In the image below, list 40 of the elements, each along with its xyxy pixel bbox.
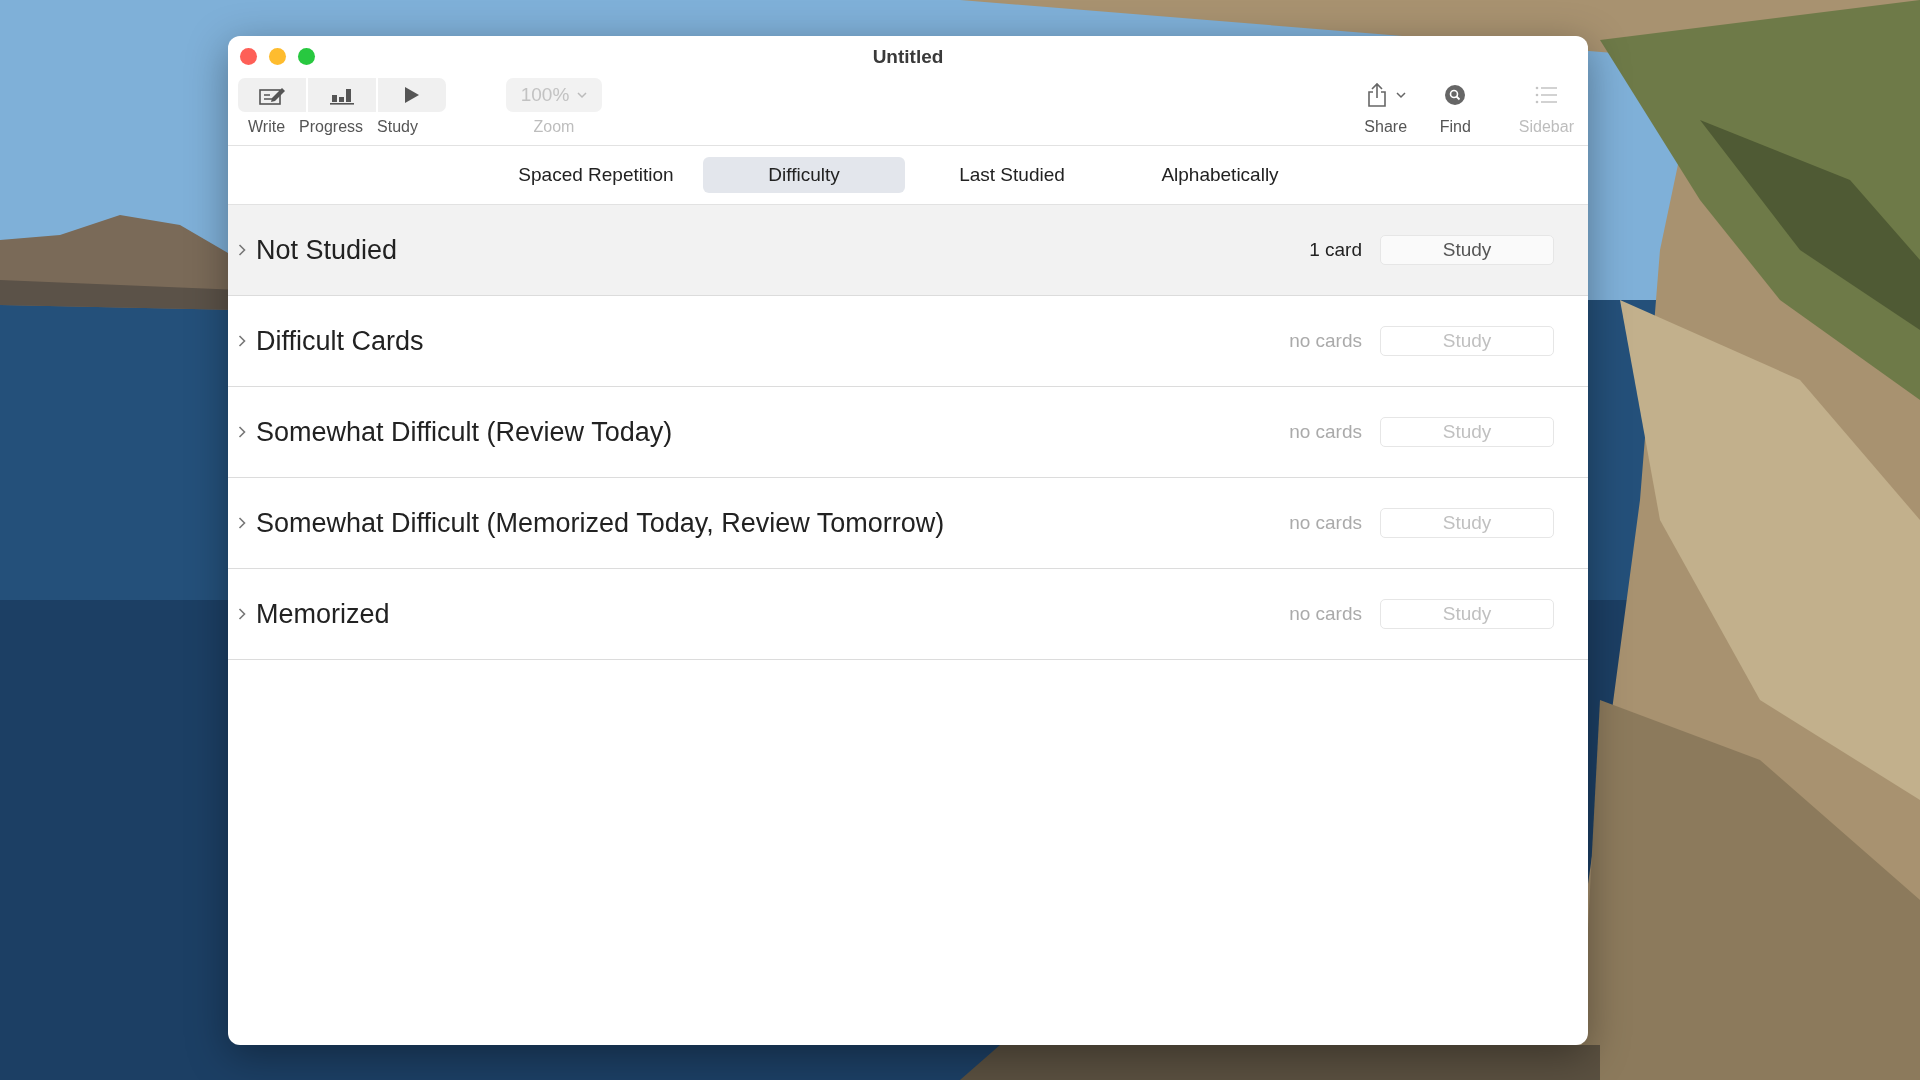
toolbar-label: Find bbox=[1439, 118, 1471, 136]
toolbar-label: Progress bbox=[299, 118, 364, 136]
section-row[interactable]: Not Studied 1 card Study bbox=[228, 205, 1588, 296]
card-count: 1 card bbox=[1309, 239, 1362, 261]
card-count: no cards bbox=[1289, 512, 1362, 534]
card-count: no cards bbox=[1289, 421, 1362, 443]
chevron-right-icon bbox=[238, 608, 246, 620]
toolbar-label: Write bbox=[248, 118, 286, 136]
study-button[interactable]: Study bbox=[1380, 235, 1554, 265]
section-title: Somewhat Difficult (Review Today) bbox=[256, 416, 674, 448]
close-button[interactable] bbox=[240, 48, 257, 65]
search-icon bbox=[1444, 84, 1467, 106]
chevron-right-icon bbox=[238, 517, 246, 529]
toolbar-label: Sidebar bbox=[1518, 118, 1574, 136]
section-title: Not Studied bbox=[256, 234, 399, 266]
card-count: no cards bbox=[1289, 603, 1362, 625]
toolbar-label: Study bbox=[377, 118, 418, 136]
tab[interactable]: Last Studied bbox=[911, 157, 1113, 193]
chevron-right-icon bbox=[238, 244, 246, 256]
play-icon bbox=[403, 85, 421, 105]
section-title: Difficult Cards bbox=[256, 325, 425, 357]
zoom-button[interactable] bbox=[298, 48, 315, 65]
chevron-right-icon bbox=[238, 335, 246, 347]
section-title: Memorized bbox=[256, 598, 391, 630]
window-title: Untitled bbox=[872, 46, 944, 68]
chevron-down-icon bbox=[1395, 91, 1406, 99]
toolbar-button[interactable] bbox=[378, 78, 446, 112]
tab[interactable]: Spaced Repetition bbox=[495, 157, 697, 193]
section-title: Somewhat Difficult (Memorized Today, Review Tomorrow) bbox=[256, 507, 946, 539]
tab[interactable]: Alphabetically bbox=[1119, 157, 1321, 193]
card-count: no cards bbox=[1289, 330, 1362, 352]
toolbar-button[interactable] bbox=[238, 78, 306, 112]
toolbar-button[interactable] bbox=[308, 78, 376, 112]
list-icon bbox=[1535, 86, 1558, 104]
toolbar-label: Share bbox=[1364, 118, 1408, 136]
chevron-right-icon bbox=[238, 426, 246, 438]
share-icon bbox=[1365, 82, 1388, 108]
toolbar-label: Zoom bbox=[533, 118, 575, 136]
chevron-down-icon bbox=[577, 91, 588, 99]
tab[interactable]: Difficulty bbox=[703, 157, 905, 193]
